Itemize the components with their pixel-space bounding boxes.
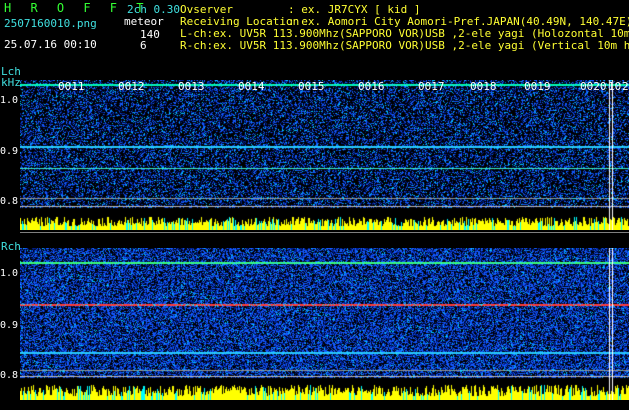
datetime: 25.07.16 00:10	[4, 38, 97, 51]
rch-tick-0-8: 0.8	[0, 370, 19, 381]
time-marker: 0016	[358, 80, 385, 93]
time-marker: 0011	[58, 80, 85, 93]
time-marker: 0020	[580, 80, 607, 93]
lch-tick-0-8: 0.8	[0, 196, 19, 207]
time-marker: 0012	[118, 80, 145, 93]
time-marker: 0013	[178, 80, 205, 93]
lch-tick-1-0: 1.0	[0, 95, 19, 106]
lch-tick-0-9: 0.9	[0, 146, 19, 157]
time-marker: 2	[622, 80, 629, 93]
lch-description: L-ch:ex. UV5R 113.900Mhz(SAPPORO VOR)USB…	[180, 28, 629, 40]
location-label: Receiving Location	[180, 15, 300, 28]
meteor-count-rch: 6	[140, 39, 147, 52]
rch-tick-1-0: 1.0	[0, 268, 19, 279]
rch-description: R-ch:ex. UV5R 113.900Mhz(SAPPORO VOR)USB…	[180, 40, 629, 52]
rch-waterfall	[20, 248, 629, 400]
lch-waterfall	[20, 80, 629, 230]
rch-label: Rch	[1, 240, 21, 253]
location-value: : ex. Aomori City Aomori-Pref.JAPAN(40.4…	[288, 15, 629, 28]
lch-unit: kHz	[1, 76, 21, 89]
time-marker: 10	[608, 80, 622, 93]
time-marker: 0019	[524, 80, 551, 93]
meteor-label: meteor	[124, 15, 164, 28]
time-marker: 0018	[470, 80, 497, 93]
rch-tick-0-9: 0.9	[0, 320, 19, 331]
time-marker: 0014	[238, 80, 265, 93]
time-marker: 0015	[298, 80, 325, 93]
time-marker: 0017	[418, 80, 445, 93]
filename: 2507160010.png	[4, 17, 97, 30]
panel-divider	[20, 232, 629, 233]
